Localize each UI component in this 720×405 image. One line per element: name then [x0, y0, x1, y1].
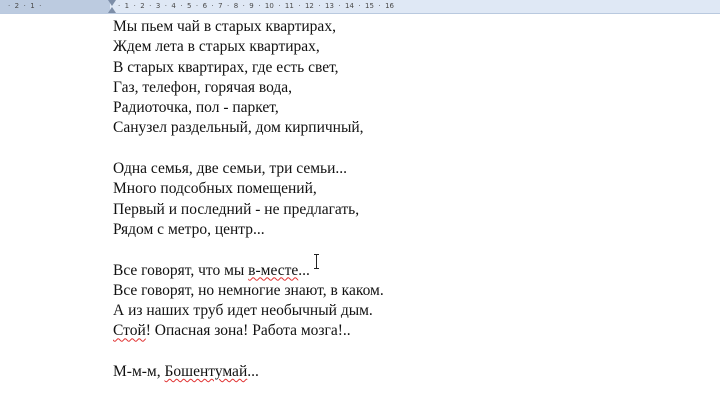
text-run: ... — [298, 261, 310, 279]
text-line: М-м-м, Бошентумай... — [113, 362, 673, 382]
text-line: Первый и последний - не предлагать, — [113, 200, 360, 218]
text-line: Одна семья, две семьи, три семьи... — [113, 160, 347, 178]
misspelled-word[interactable]: Стой — [113, 322, 146, 339]
text-line: Санузел раздельный, дом кирпичный, — [113, 119, 364, 137]
document-body[interactable]: Мы пьем чай в старых квартирах, Ждем лет… — [113, 17, 673, 382]
text-run: ... — [247, 363, 259, 381]
i-beam-cursor-icon — [314, 254, 319, 269]
text-line: Ждем лета в старых квартирах, — [113, 38, 320, 56]
ruler-right-labels: · 1 · 2 · 3 · 4 · 5 · 6 · 7 · 8 · 9 · 10… — [118, 2, 394, 10]
text-line: Все говорят, что мы в-месте... — [113, 261, 673, 281]
text-line: Газ, телефон, горячая вода, — [113, 78, 293, 96]
text-line: Стой! Опасная зона! Работа мозга!.. — [113, 321, 673, 341]
text-run: Все говорят, что мы — [113, 261, 249, 279]
text-line: Все говорят, но немногие знают, в каком. — [113, 281, 384, 299]
hanging-indent-marker[interactable] — [108, 7, 116, 13]
text-run: ! Опасная зона! Работа мозга!.. — [145, 322, 351, 340]
text-line: Мы пьем чай в старых квартирах, — [113, 18, 336, 35]
first-line-indent-marker[interactable] — [108, 0, 116, 6]
text-line: В старых квартирах, где есть свет, — [113, 58, 339, 76]
text-run: М-м-м, — [113, 363, 165, 381]
text-line: Радиоточка, пол - паркет, — [113, 99, 279, 117]
text-line: Много подсобных помещений, — [113, 180, 317, 198]
ruler-left-labels: · 2 · 1 · — [8, 2, 42, 10]
text-line: Рядом с метро, центр... — [113, 220, 265, 238]
misspelled-word[interactable]: Бошентумай — [164, 363, 247, 380]
misspelled-word[interactable]: в-месте — [248, 262, 298, 279]
horizontal-ruler[interactable]: · 2 · 1 · · 1 · 2 · 3 · 4 · 5 · 6 · 7 · … — [0, 0, 720, 14]
text-line: А из наших труб идет необычный дым. — [113, 302, 373, 320]
